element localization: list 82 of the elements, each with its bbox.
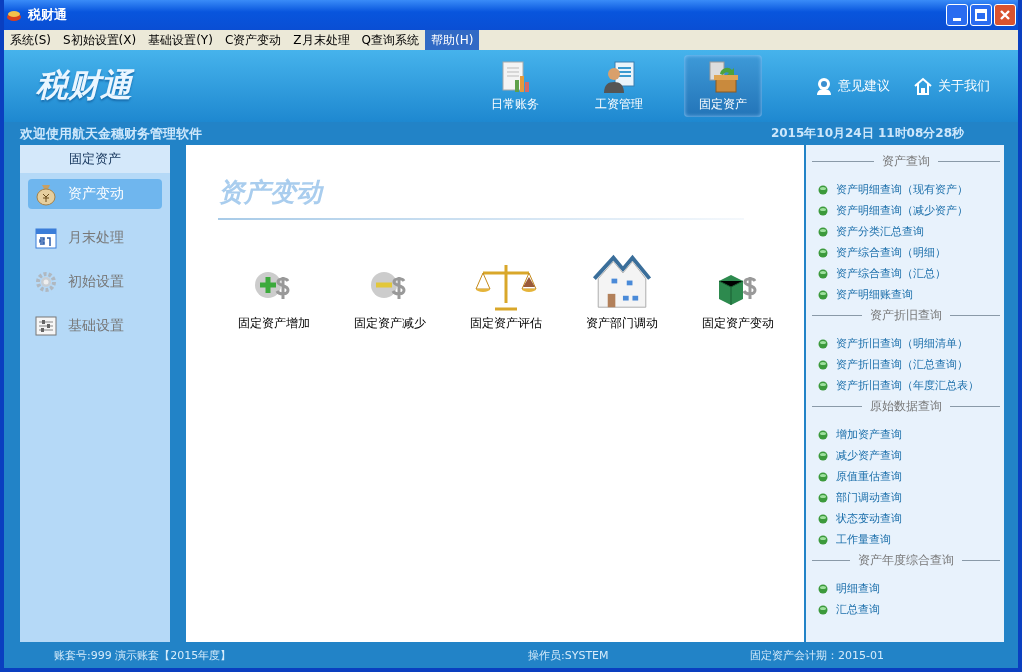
sidebar-item[interactable]: 月末处理 bbox=[28, 223, 162, 253]
bullet-icon bbox=[818, 184, 828, 195]
minimize-icon bbox=[953, 17, 961, 21]
bullet-icon bbox=[818, 450, 828, 461]
query-link[interactable]: 状态变动查询 bbox=[836, 511, 902, 526]
menu-item[interactable]: 基础设置(Y) bbox=[142, 30, 219, 50]
support-person-icon bbox=[816, 77, 832, 95]
module-tab[interactable]: 日常账务 bbox=[476, 55, 554, 117]
sidebar-item[interactable]: 基础设置 bbox=[28, 311, 162, 341]
module-tab[interactable]: 固定资产 bbox=[684, 55, 762, 117]
action-button[interactable]: 固定资产增加 bbox=[216, 252, 332, 332]
bullet-icon bbox=[818, 268, 828, 279]
query-link[interactable]: 资产折旧查询（年度汇总表） bbox=[836, 378, 979, 393]
settings-list-icon bbox=[34, 314, 58, 338]
section-title: 资产年度综合查询 bbox=[858, 551, 954, 569]
content-title: 资产变动 bbox=[218, 176, 325, 209]
bullet-icon bbox=[818, 289, 828, 300]
section-title: 原始数据查询 bbox=[870, 397, 942, 415]
query-link[interactable]: 资产折旧查询（明细清单） bbox=[836, 336, 968, 351]
account-info: 账套号:999 演示账套【2015年度】 bbox=[54, 647, 233, 663]
action-button[interactable]: 固定资产评估 bbox=[448, 252, 564, 332]
calendar-icon bbox=[34, 226, 58, 250]
query-link[interactable]: 汇总查询 bbox=[836, 602, 880, 617]
bullet-icon bbox=[818, 205, 828, 216]
bullet-icon bbox=[818, 338, 828, 349]
bullet-icon bbox=[818, 513, 828, 524]
query-link[interactable]: 资产明细查询（现有资产） bbox=[836, 182, 968, 197]
box-arrow-icon bbox=[706, 60, 740, 94]
query-link[interactable]: 资产明细查询（减少资产） bbox=[836, 203, 968, 218]
minimize-button[interactable] bbox=[946, 4, 968, 26]
maximize-icon bbox=[975, 9, 987, 21]
query-link[interactable]: 明细查询 bbox=[836, 581, 880, 596]
query-link[interactable]: 资产分类汇总查询 bbox=[836, 224, 924, 239]
operator-info: 操作员:SYSTEM bbox=[528, 647, 610, 663]
app-logo-icon bbox=[6, 8, 22, 22]
query-link[interactable]: 原值重估查询 bbox=[836, 469, 902, 484]
header-link[interactable]: 意见建议 bbox=[816, 77, 890, 95]
bullet-icon bbox=[818, 429, 828, 440]
sidebar-item[interactable]: 初始设置 bbox=[28, 267, 162, 297]
period-info: 固定资产会计期：2015-01 bbox=[750, 647, 884, 663]
home-icon bbox=[914, 77, 932, 95]
menu-item[interactable]: 帮助(H) bbox=[424, 30, 480, 50]
query-link[interactable]: 减少资产查询 bbox=[836, 448, 902, 463]
menu-item[interactable]: S初始设置(X) bbox=[57, 30, 143, 50]
person-document-icon bbox=[602, 60, 636, 94]
query-link[interactable]: 增加资产查询 bbox=[836, 427, 902, 442]
action-button[interactable]: 固定资产减少 bbox=[332, 252, 448, 332]
close-icon bbox=[999, 9, 1011, 21]
query-link[interactable]: 资产综合查询（明细） bbox=[836, 245, 946, 260]
action-button[interactable]: 固定资产变动 bbox=[680, 252, 796, 332]
query-link[interactable]: 资产折旧查询（汇总查询） bbox=[836, 357, 968, 372]
welcome-text: 欢迎使用航天金穗财务管理软件 bbox=[20, 124, 202, 143]
bullet-icon bbox=[818, 380, 828, 391]
menu-item[interactable]: 系统(S) bbox=[4, 30, 57, 50]
query-link[interactable]: 工作量查询 bbox=[836, 532, 891, 547]
window-title: 税财通 bbox=[28, 6, 67, 24]
query-link[interactable]: 资产明细账查询 bbox=[836, 287, 913, 302]
query-link[interactable]: 资产综合查询（汇总） bbox=[836, 266, 946, 281]
menu-item[interactable]: Q查询系统 bbox=[355, 30, 425, 50]
gear-icon bbox=[34, 270, 58, 294]
bullet-icon bbox=[818, 604, 828, 615]
bullet-icon bbox=[818, 226, 828, 237]
bullet-icon bbox=[818, 247, 828, 258]
query-link[interactable]: 部门调动查询 bbox=[836, 490, 902, 505]
action-button[interactable]: 资产部门调动 bbox=[564, 252, 680, 332]
bullet-icon bbox=[818, 492, 828, 503]
date-time: 2015年10月24日 11时08分28秒 bbox=[770, 125, 964, 142]
section-title: 资产折旧查询 bbox=[870, 306, 942, 324]
menu-item[interactable]: Z月末处理 bbox=[287, 30, 356, 50]
header-link[interactable]: 关于我们 bbox=[914, 77, 990, 95]
bullet-icon bbox=[818, 359, 828, 370]
bullet-icon bbox=[818, 471, 828, 482]
close-button[interactable] bbox=[994, 4, 1016, 26]
money-bag-icon bbox=[34, 182, 58, 206]
module-tab[interactable]: 工资管理 bbox=[580, 55, 658, 117]
bullet-icon bbox=[818, 534, 828, 545]
menu-item[interactable]: C资产变动 bbox=[218, 30, 288, 50]
section-title: 资产查询 bbox=[882, 152, 930, 170]
bullet-icon bbox=[818, 583, 828, 594]
app-logo: 税财通 bbox=[24, 64, 476, 108]
sidebar-title: 固定资产 bbox=[20, 145, 170, 173]
maximize-button[interactable] bbox=[970, 4, 992, 26]
